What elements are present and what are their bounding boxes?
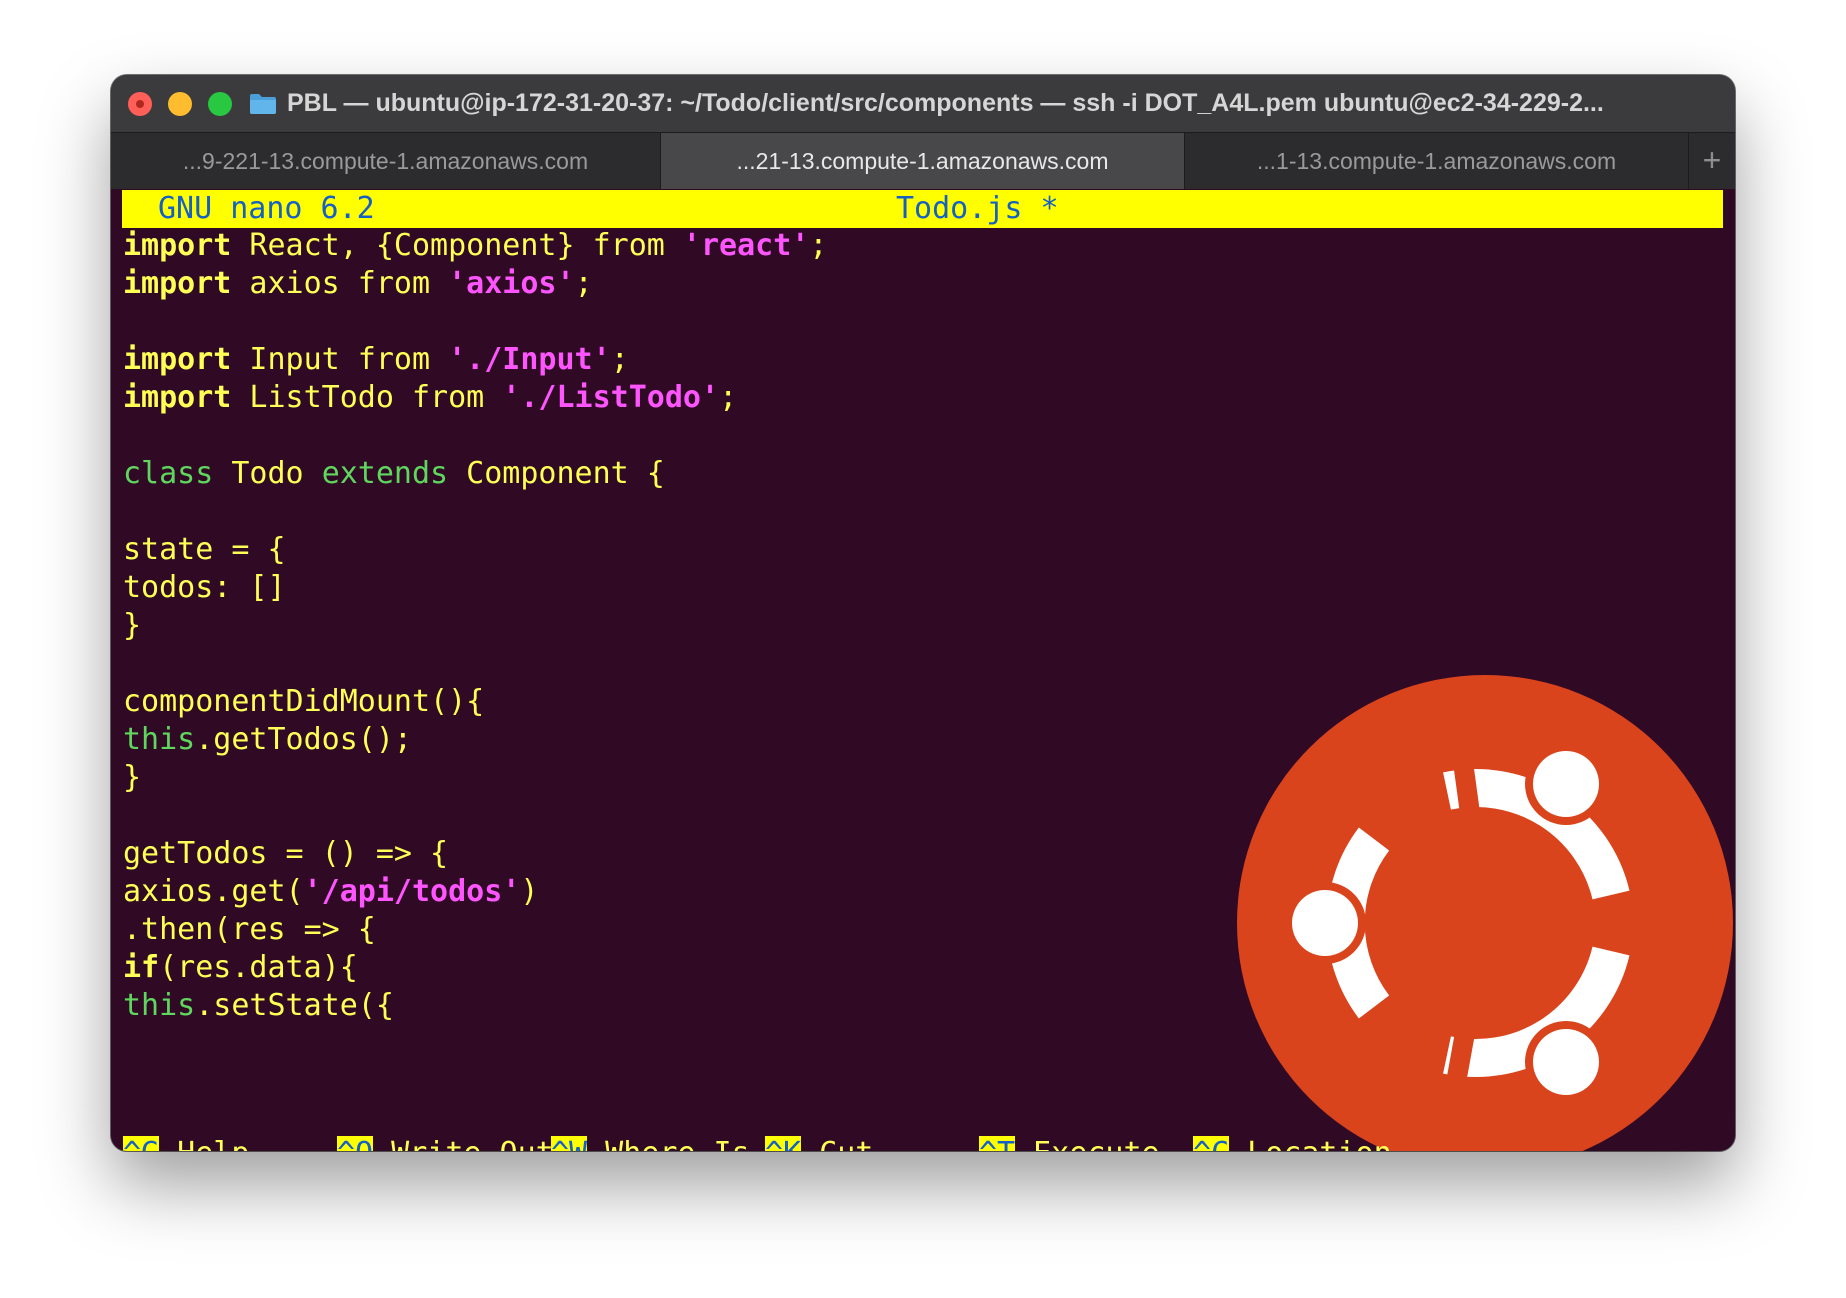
code-token: Todo [213,456,322,491]
code-line: componentDidMount(){ [123,683,827,721]
code-token: ; [719,380,738,415]
shortcut-key: ^C [1193,1136,1230,1151]
code-token: 'react' [682,228,810,263]
code-line: this.getTodos(); [123,721,827,759]
code-token: import [123,342,232,377]
code-token: 'axios' [448,266,575,301]
ubuntu-logo [1237,675,1733,1151]
shortcut-key: ^O [337,1136,374,1151]
minimize-window-button[interactable] [168,92,192,116]
shortcut-label: Execute [1015,1136,1159,1151]
nano-filename: Todo.js * [896,191,1059,226]
code-token: ; [574,266,593,301]
shortcut-key: ^G [123,1136,160,1151]
code-line: import React, {Component} from 'react'; [123,227,827,265]
code-token: state = { [123,532,286,567]
shortcut-write-out: ^O Write Out [337,1135,554,1151]
shortcut-cut: ^K Cut [765,1135,873,1151]
code-token: axios.get( [123,874,304,909]
shortcut-label: Write Out [373,1136,554,1151]
shortcut-label: Cut [801,1136,873,1151]
tab-session-1[interactable]: ...9-221-13.compute-1.amazonaws.com [111,133,661,189]
code-line: todos: [] [123,569,827,607]
code-line: import axios from 'axios'; [123,265,827,303]
code-line: .then(res => { [123,911,827,949]
code-token: './Input' [448,342,611,377]
code-line: import ListTodo from './ListTodo'; [123,379,827,417]
zoom-window-button[interactable] [208,92,232,116]
nano-version: GNU nano 6.2 [158,191,375,226]
code-token: '/api/todos' [303,874,521,909]
window-title: PBL — ubuntu@ip-172-31-20-37: ~/Todo/cli… [287,89,1604,117]
code-line: axios.get('/api/todos') [123,873,827,911]
code-token: import [123,228,232,263]
code-token: import [123,380,232,415]
title-bar[interactable]: PBL — ubuntu@ip-172-31-20-37: ~/Todo/cli… [111,75,1735,132]
shortcut-key: ^K [765,1136,802,1151]
code-token: ListTodo from [231,380,503,415]
code-token: .setState({ [195,988,394,1023]
shortcut-key: ^T [979,1136,1016,1151]
code-token: Input from [231,342,449,377]
code-token: .then(res => { [123,912,376,947]
code-token: ; [610,342,629,377]
code-token: componentDidMount(){ [123,684,485,719]
code-token: (res.data){ [159,950,358,985]
tab-session-2-active[interactable]: ...21-13.compute-1.amazonaws.com [661,133,1185,189]
tab-bar: ...9-221-13.compute-1.amazonaws.com ...2… [111,132,1735,189]
code-token: Component { [448,456,665,491]
terminal-content[interactable]: GNU nano 6.2 Todo.js * import React, {Co… [111,189,1735,1151]
shortcut-execute: ^T Execute [979,1135,1160,1151]
code-line: if(res.data){ [123,949,827,987]
shortcut-label: Help [159,1136,249,1151]
code-token: class [123,456,214,491]
shortcut-where-is: ^W Where Is [551,1135,750,1151]
tab-session-3[interactable]: ...1-13.compute-1.amazonaws.com [1185,133,1689,189]
code-token: ) [520,874,539,909]
nano-header-bar: GNU nano 6.2 Todo.js * [122,190,1723,228]
code-line: state = { [123,531,827,569]
code-token: this [123,722,196,757]
code-token: ; [809,228,828,263]
shortcut-help: ^G Help [123,1135,249,1151]
code-token: this [123,988,196,1023]
code-token: getTodos = () => { [123,836,449,871]
close-window-button[interactable] [128,92,152,116]
code-line: this.setState({ [123,987,827,1025]
code-token: if [123,950,160,985]
code-token: React, {Component} from [231,228,683,263]
terminal-window: PBL — ubuntu@ip-172-31-20-37: ~/Todo/cli… [111,75,1735,1151]
code-token: import [123,266,232,301]
code-token: todos: [] [123,570,286,605]
code-token: .getTodos(); [195,722,412,757]
code-line: } [123,607,827,645]
nano-shortcut-bar: ^G Help ^O Write Out^W Where Is ^K Cut ^T E… [111,1135,1735,1151]
code-token: axios from [231,266,449,301]
shortcut-label: Location [1229,1136,1392,1151]
shortcut-location: ^C Location [1193,1135,1392,1151]
code-token: './ListTodo' [502,380,720,415]
code-token: } [123,608,142,643]
code-line: class Todo extends Component { [123,455,827,493]
code-line: getTodos = () => { [123,835,827,873]
folder-icon [250,94,276,114]
shortcut-label: Where Is [587,1136,750,1151]
code-token: extends [321,456,449,491]
code-editor[interactable]: import React, {Component} from 'react'; i… [123,227,827,1025]
code-token: } [123,760,142,795]
code-line: } [123,759,827,797]
shortcut-key: ^W [551,1136,588,1151]
code-line: import Input from './Input'; [123,341,827,379]
new-tab-button[interactable]: + [1689,133,1735,189]
